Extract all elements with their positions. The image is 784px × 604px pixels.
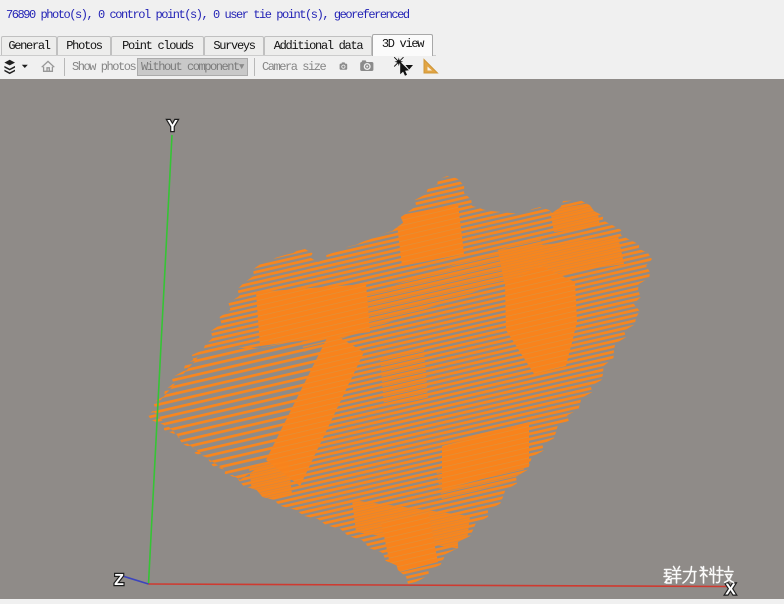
svg-text:X: X: [725, 582, 736, 599]
svg-text:Z: Z: [114, 572, 124, 589]
svg-text:Y: Y: [167, 118, 178, 135]
